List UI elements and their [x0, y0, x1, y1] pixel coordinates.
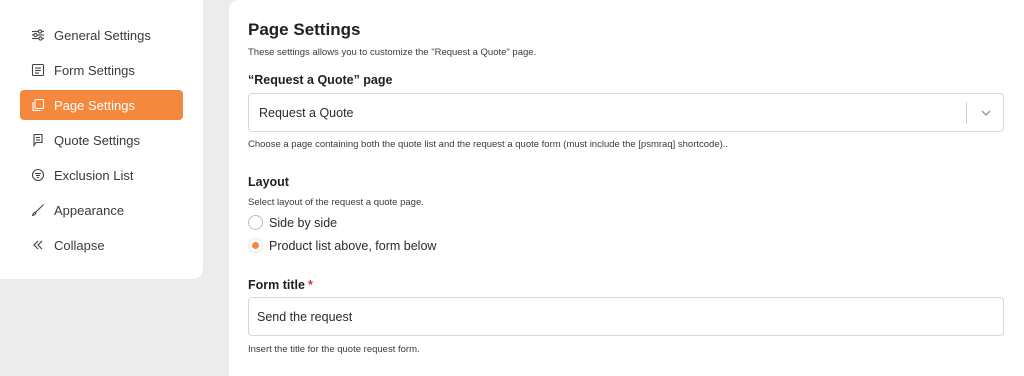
page-title: Page Settings [248, 20, 361, 39]
form-title-label: Form title * [248, 278, 313, 292]
sidebar-item-page-settings[interactable]: Page Settings [20, 90, 183, 120]
double-chevron-left-icon [31, 238, 45, 252]
sidebar-item-collapse[interactable]: Collapse [20, 230, 183, 260]
chevron-down-icon[interactable] [979, 106, 993, 120]
sidebar-item-label: Collapse [54, 237, 105, 253]
sidebar-item-label: Appearance [54, 202, 125, 218]
quote-page-select[interactable]: Request a Quote [248, 93, 1004, 132]
layout-help: Select layout of the request a quote pag… [248, 197, 424, 208]
page-description: These settings allows you to customize t… [248, 47, 537, 58]
settings-panel: Page Settings These settings allows you … [229, 0, 1024, 376]
pages-icon [31, 98, 45, 112]
layout-option-list-above-form[interactable]: Product list above, form below [248, 238, 436, 253]
form-title-help: Insert the title for the quote request f… [248, 344, 420, 355]
quote-page-selected-value: Request a Quote [259, 105, 354, 120]
sidebar-item-label: Quote Settings [54, 132, 140, 148]
sidebar-item-form-settings[interactable]: Form Settings [20, 55, 183, 85]
quote-page-label: “Request a Quote” page [248, 73, 393, 87]
quote-page-help: Choose a page containing both the quote … [248, 139, 729, 150]
quote-icon [31, 133, 45, 147]
radio-label: Side by side [269, 215, 338, 230]
form-icon [31, 63, 45, 77]
required-mark: * [307, 278, 313, 292]
sidebar-item-quote-settings[interactable]: Quote Settings [20, 125, 183, 155]
sidebar-item-label: Exclusion List [54, 167, 134, 183]
layout-option-side-by-side[interactable]: Side by side [248, 215, 337, 230]
select-separator [966, 102, 967, 124]
sidebar-item-label: General Settings [54, 27, 151, 43]
sidebar-item-label: Form Settings [54, 62, 135, 78]
sidebar: General Settings Form Settings Page Sett… [0, 0, 203, 279]
layout-label: Layout [248, 175, 289, 189]
radio-label: Product list above, form below [269, 238, 437, 253]
radio-button-checked[interactable] [248, 238, 263, 253]
filter-icon [31, 168, 45, 182]
sidebar-item-label: Page Settings [54, 97, 135, 113]
brush-icon [31, 203, 45, 217]
form-title-label-text: Form title [248, 278, 305, 292]
sidebar-item-exclusion-list[interactable]: Exclusion List [20, 160, 183, 190]
radio-button[interactable] [248, 215, 263, 230]
sidebar-item-appearance[interactable]: Appearance [20, 195, 183, 225]
sliders-icon [31, 28, 45, 42]
sidebar-item-general-settings[interactable]: General Settings [20, 20, 183, 50]
form-title-input[interactable] [248, 297, 1004, 336]
